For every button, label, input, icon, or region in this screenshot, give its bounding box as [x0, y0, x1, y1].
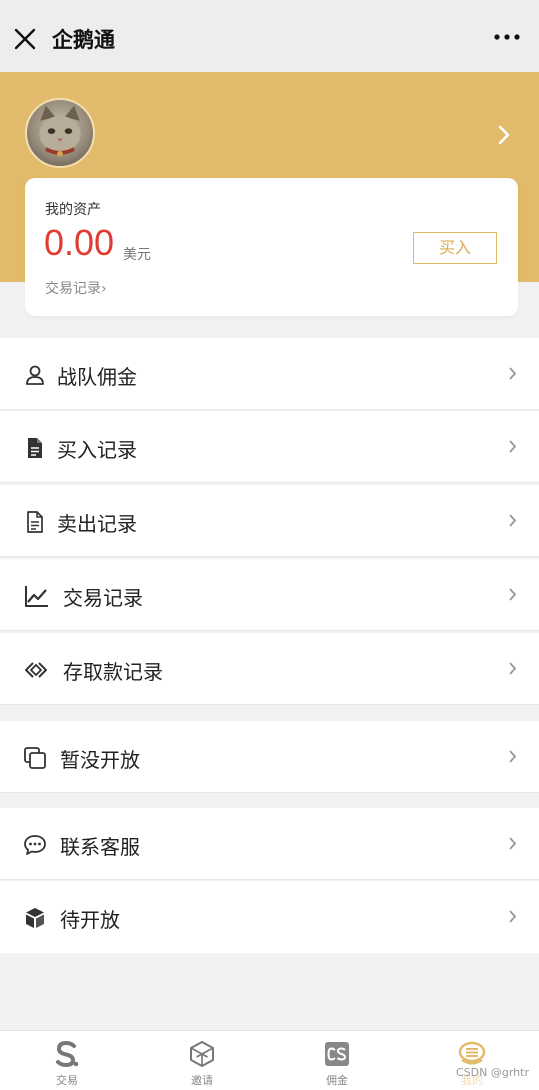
tab-label: 佣金 — [326, 1074, 348, 1087]
chevron-right-icon — [509, 837, 517, 850]
cat-avatar-image — [39, 105, 81, 157]
menu-item-customer-service[interactable]: 联系客服 — [0, 808, 539, 880]
menu-item-sell-records[interactable]: 卖出记录 — [0, 485, 539, 557]
avatar[interactable] — [25, 98, 95, 168]
user-icon — [26, 365, 44, 385]
transaction-record-link[interactable]: 交易记录› — [45, 278, 107, 298]
chevron-right-icon — [509, 514, 517, 527]
tab-trade[interactable]: 交易 — [0, 1031, 134, 1090]
menu-item-team-commission[interactable]: 战队佣金 — [0, 338, 539, 410]
chevron-right-icon — [509, 588, 517, 601]
chevron-right-icon — [509, 662, 517, 675]
transfer-icon — [25, 662, 47, 678]
chevron-right-icon — [509, 750, 517, 763]
document-outline-icon — [27, 511, 43, 533]
top-nav-bar: 企鹅通 — [0, 0, 539, 72]
menu-item-coming-soon[interactable]: 待开放 — [0, 881, 539, 953]
more-dots-icon[interactable] — [493, 32, 521, 42]
page-title: 企鹅通 — [52, 28, 115, 52]
bottom-tab-bar: 交易 邀请 佣金 我的 — [0, 1030, 539, 1090]
cube-icon — [190, 1041, 214, 1067]
menu-item-label: 联系客服 — [60, 835, 140, 859]
menu-item-label: 交易记录 — [63, 586, 143, 610]
buy-button[interactable]: 买入 — [413, 232, 497, 264]
tab-label: 邀请 — [191, 1074, 213, 1087]
chevron-right-icon — [509, 440, 517, 453]
asset-label: 我的资产 — [45, 202, 101, 218]
profile-chevron-right-icon[interactable] — [497, 124, 511, 146]
close-icon[interactable] — [12, 26, 38, 52]
csdn-watermark: CSDN @grhtr — [456, 1066, 529, 1079]
asset-card: 我的资产 0.00 美元 交易记录› 买入 — [25, 178, 518, 316]
menu-item-label: 暂没开放 — [60, 748, 140, 772]
chevron-right-icon — [509, 910, 517, 923]
copy-icon — [24, 747, 46, 769]
menu-item-deposit-withdraw-records[interactable]: 存取款记录 — [0, 633, 539, 705]
menu-item-buy-records[interactable]: 买入记录 — [0, 411, 539, 483]
tab-mine[interactable]: 我的 — [405, 1031, 539, 1090]
document-filled-icon — [28, 438, 42, 458]
box-icon — [26, 908, 44, 928]
menu-item-label: 卖出记录 — [57, 512, 137, 536]
tab-label: 交易 — [56, 1074, 78, 1087]
menu-item-not-open[interactable]: 暂没开放 — [0, 721, 539, 793]
tab-invite[interactable]: 邀请 — [135, 1031, 269, 1090]
tab-commission[interactable]: 佣金 — [270, 1031, 404, 1090]
menu-item-label: 买入记录 — [57, 438, 137, 462]
chevron-right-icon — [509, 367, 517, 380]
asset-amount: 0.00 — [44, 222, 115, 263]
menu-item-label: 存取款记录 — [63, 660, 163, 684]
coin-stack-icon — [458, 1041, 486, 1065]
s-logo-icon — [56, 1040, 79, 1068]
menu-item-trade-records[interactable]: 交易记录 — [0, 559, 539, 631]
cs-badge-icon — [325, 1042, 349, 1066]
asset-currency: 美元 — [123, 247, 151, 263]
menu-item-label: 待开放 — [60, 908, 120, 932]
menu-item-label: 战队佣金 — [57, 365, 137, 389]
chat-bubble-icon — [24, 835, 46, 855]
line-chart-icon — [25, 586, 48, 607]
